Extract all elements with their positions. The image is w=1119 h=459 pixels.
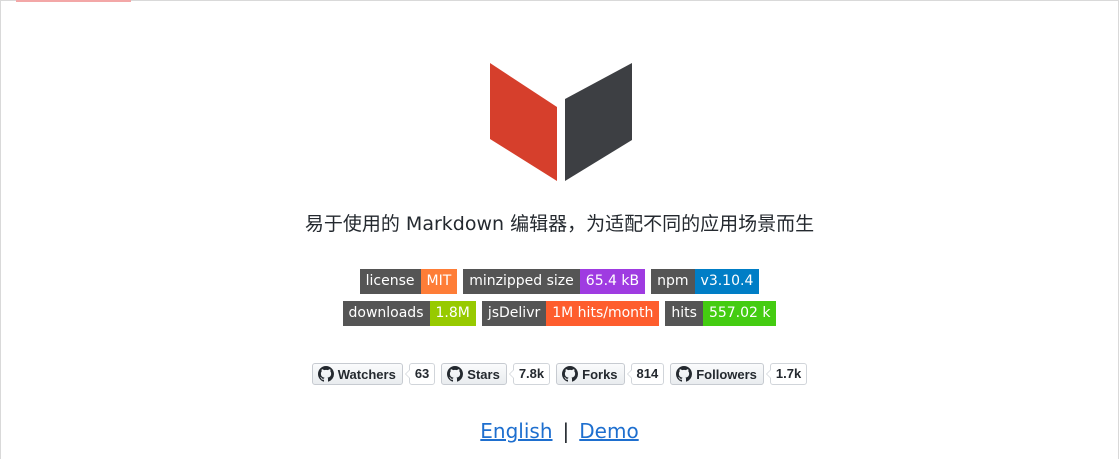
stars-label: Stars (467, 366, 500, 382)
english-link[interactable]: English (480, 419, 552, 443)
jsdelivr-badge[interactable]: jsDelivr 1M hits/month (481, 301, 660, 326)
badge-row-2: downloads 1.8M jsDelivr 1M hits/month hi… (0, 301, 1119, 326)
demo-link[interactable]: Demo (579, 419, 638, 443)
badge-label: hits (665, 301, 703, 326)
badge-value: 65.4 kB (579, 269, 646, 294)
watchers-count[interactable]: 63 (404, 363, 436, 385)
hits-badge[interactable]: hits 557.02 k (665, 301, 777, 326)
github-icon (447, 366, 464, 382)
github-icon (676, 366, 693, 382)
forks-label: Forks (582, 366, 618, 382)
badge-label: npm (651, 269, 695, 294)
github-icon (562, 366, 579, 382)
vditor-logo (490, 63, 632, 181)
badge-label: license (359, 269, 421, 294)
npm-badge[interactable]: npm v3.10.4 (651, 269, 760, 294)
followers-button[interactable]: Followers (670, 363, 764, 385)
language-links: English | Demo (0, 416, 1119, 446)
badge-value: 1M hits/month (546, 301, 660, 326)
top-accent-bar (16, 0, 131, 2)
github-icon (317, 366, 334, 382)
logo-right-panel (565, 63, 632, 181)
badge-value: v3.10.4 (694, 269, 760, 294)
downloads-badge[interactable]: downloads 1.8M (342, 301, 476, 326)
badge-label: downloads (342, 301, 430, 326)
github-buttons: Watchers 63 Stars 7.8k Forks 814 Followe… (0, 363, 1119, 385)
logo-left-panel (490, 63, 557, 181)
followers-label: Followers (696, 366, 757, 382)
github-stars: Stars 7.8k (441, 363, 551, 385)
forks-count[interactable]: 814 (626, 363, 665, 385)
size-badge[interactable]: minzipped size 65.4 kB (463, 269, 646, 294)
badge-row-1: license MIT minzipped size 65.4 kB npm v… (0, 269, 1119, 294)
badge-value: 557.02 k (702, 301, 777, 326)
badge-label: minzipped size (463, 269, 580, 294)
followers-count[interactable]: 1.7k (765, 363, 808, 385)
badge-value: MIT (420, 269, 458, 294)
stars-count[interactable]: 7.8k (508, 363, 551, 385)
link-separator: | (562, 419, 570, 443)
stars-button[interactable]: Stars (441, 363, 507, 385)
watchers-label: Watchers (337, 366, 396, 382)
badge-label: jsDelivr (481, 301, 547, 326)
license-badge[interactable]: license MIT (359, 269, 458, 294)
forks-button[interactable]: Forks (556, 363, 625, 385)
github-forks: Forks 814 (556, 363, 665, 385)
watchers-button[interactable]: Watchers (311, 363, 403, 385)
badge-value: 1.8M (429, 301, 476, 326)
github-watchers: Watchers 63 (311, 363, 436, 385)
github-followers: Followers 1.7k (670, 363, 808, 385)
tagline: 易于使用的 Markdown 编辑器，为适配不同的应用场景而生 (304, 213, 815, 235)
